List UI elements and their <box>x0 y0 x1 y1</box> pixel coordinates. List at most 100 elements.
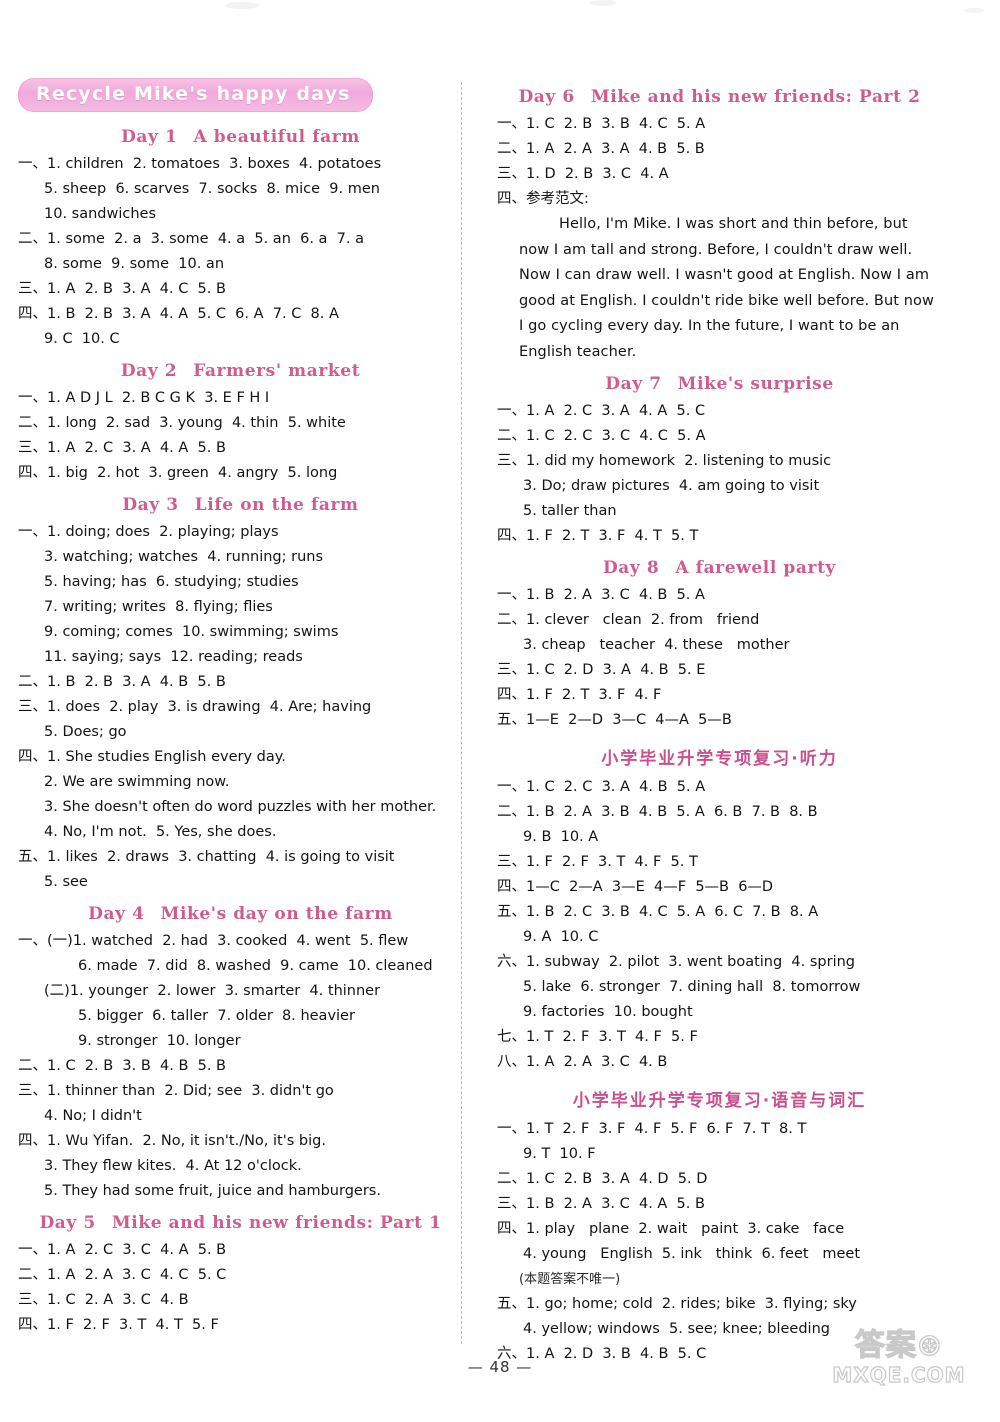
section-heading-cn: 小学毕业升学专项复习·语音与词汇 <box>572 1091 867 1111</box>
answer-line: 9. A 10. C <box>523 929 599 945</box>
answer-note: (本题答案不唯一) <box>519 1272 621 1287</box>
day-heading-number: Day 3 <box>122 495 179 515</box>
day-heading-number: Day 2 <box>120 361 178 381</box>
day-heading: Day 1 A beautiful farm <box>18 127 463 147</box>
answer-line: 四、1. play plane 2. wait paint 3. cake fa… <box>497 1221 845 1237</box>
answer-line: 8. some 9. some 10. an <box>44 256 225 272</box>
answer-line: 5. bigger 6. taller 7. older 8. heavier <box>78 1008 355 1024</box>
day-heading-number: Day 8 <box>602 558 660 578</box>
scan-artifact <box>590 0 616 6</box>
answer-line: 4. yellow; windows 5. see; knee; bleedin… <box>523 1321 830 1337</box>
answer-line: 二、1. A 2. A 3. A 4. B 5. B <box>497 141 705 157</box>
answer-line: 9. stronger 10. longer <box>78 1033 241 1049</box>
answer-line: 4. No; I didn't <box>44 1108 142 1124</box>
answer-line: 三、1. C 2. A 3. C 4. B <box>18 1292 189 1308</box>
answer-line: 二、1. clever clean 2. from friend <box>497 612 760 628</box>
recycle-banner-title: Recycle Mike's happy days <box>36 83 351 105</box>
answer-line: 五、1. go; home; cold 2. rides; bike 3. fl… <box>497 1296 857 1312</box>
answer-line: 三、1. A 2. C 3. A 4. A 5. B <box>18 440 226 456</box>
day-heading-title: Mike and his new friends: Part 1 <box>111 1213 442 1233</box>
answer-line: 三、1. did my homework 2. listening to mus… <box>497 453 832 469</box>
answer-line: 八、1. A 2. A 3. C 4. B <box>497 1054 668 1070</box>
day-heading: Day 8 A farewell party <box>497 558 942 578</box>
answer-line: 五、1. B 2. C 3. B 4. C 5. A 6. C 7. B 8. … <box>497 904 819 920</box>
day-heading-title: Mike's surprise <box>677 374 834 394</box>
answer-line: 三、1. F 2. F 3. T 4. F 5. T <box>497 854 698 870</box>
day-heading: Day 7 Mike's surprise <box>497 374 942 394</box>
day-heading-number: Day 6 <box>518 87 575 107</box>
answer-line: 4. young English 5. ink think 6. feet me… <box>523 1246 861 1262</box>
answer-line: 三、1. D 2. B 3. C 4. A <box>497 166 669 182</box>
section-heading-cn: 小学毕业升学专项复习·听力 <box>601 749 838 769</box>
answer-line: 9. coming; comes 10. swimming; swims <box>44 624 339 640</box>
answer-line: 三、1. thinner than 2. Did; see 3. didn't … <box>18 1083 334 1099</box>
answer-line: 三、1. A 2. B 3. A 4. C 5. B <box>18 281 226 297</box>
answer-line: 5. They had some fruit, juice and hambur… <box>44 1183 381 1199</box>
day-heading-title: A farewell party <box>675 558 837 578</box>
answer-line: 六、1. subway 2. pilot 3. went boating 4. … <box>497 954 855 970</box>
answer-line: 9. T 10. F <box>523 1146 596 1162</box>
answer-line: 一、1. doing; does 2. playing; plays <box>18 524 279 540</box>
answer-line: 5. sheep 6. scarves 7. socks 8. mice 9. … <box>44 181 380 197</box>
answer-line: 一、1. A 2. C 3. A 4. A 5. C <box>497 403 706 419</box>
answer-line: 11. saying; says 12. reading; reads <box>44 649 303 665</box>
answer-line: 二、1. B 2. A 3. B 4. B 5. A 6. B 7. B 8. … <box>497 804 818 820</box>
day-heading: Day 5 Mike and his new friends: Part 1 <box>18 1213 463 1233</box>
answer-line: 一、1. B 2. A 3. C 4. B 5. A <box>497 587 705 603</box>
answer-line: 3. They flew kites. 4. At 12 o'clock. <box>44 1158 302 1174</box>
answer-line: 3. Do; draw pictures 4. am going to visi… <box>523 478 820 494</box>
answer-line: 二、1. long 2. sad 3. young 4. thin 5. whi… <box>18 415 346 431</box>
answer-line: 5. taller than <box>523 503 617 519</box>
answer-line: 七、1. T 2. F 3. T 4. F 5. F <box>497 1029 698 1045</box>
day-heading-number: Day 1 <box>121 127 178 147</box>
answer-line: 6. made 7. did 8. washed 9. came 10. cle… <box>78 958 433 974</box>
answer-line: 一、1. C 2. B 3. B 4. C 5. A <box>497 116 706 132</box>
left-column: Recycle Mike's happy days Day 1 A beautifu… <box>18 78 463 1338</box>
answer-line: 9. C 10. C <box>44 331 120 347</box>
answer-line: 7. writing; writes 8. flying; flies <box>44 599 273 615</box>
answer-line: 五、1. likes 2. draws 3. chatting 4. is go… <box>18 849 395 865</box>
answer-line: 四、1. Wu Yifan. 2. No, it isn't./No, it's… <box>18 1133 326 1149</box>
answer-line: 四、1. F 2. T 3. F 4. F <box>497 687 662 703</box>
day-heading-number: Day 5 <box>39 1213 96 1233</box>
answer-line: 二、1. C 2. C 3. C 4. C 5. A <box>497 428 706 444</box>
answer-line: 一、1. C 2. C 3. A 4. B 5. A <box>497 779 706 795</box>
answer-line: 四、1. B 2. B 3. A 4. A 5. C 6. A 7. C 8. … <box>18 306 339 322</box>
answer-line: 五、1—E 2—D 3—C 4—A 5—B <box>497 712 732 728</box>
recycle-banner: Recycle Mike's happy days <box>18 78 373 112</box>
day-heading-number: Day 4 <box>88 904 145 924</box>
answer-line: 一、(一)1. watched 2. had 3. cooked 4. went… <box>18 933 409 949</box>
answer-key-page: Recycle Mike's happy days Day 1 A beautifu… <box>0 0 1000 1422</box>
answer-line: 二、1. B 2. B 3. A 4. B 5. B <box>18 674 226 690</box>
answer-line: 10. sandwiches <box>44 206 157 222</box>
answer-line: 三、1. B 2. A 3. C 4. A 5. B <box>497 1196 705 1212</box>
answer-line: 二、1. C 2. B 3. B 4. B 5. B <box>18 1058 227 1074</box>
day-heading-number: Day 7 <box>605 374 662 394</box>
answer-line: 2. We are swimming now. <box>44 774 230 790</box>
answer-line: 5. having; has 6. studying; studies <box>44 574 299 590</box>
answer-line: 3. cheap teacher 4. these mother <box>523 637 790 653</box>
answer-line: 四、1. F 2. F 3. T 4. T 5. F <box>18 1317 219 1333</box>
answer-line: 9. factories 10. bought <box>523 1004 693 1020</box>
day-heading-title: A beautiful farm <box>193 127 360 147</box>
answer-line: 二、1. A 2. A 3. C 4. C 5. C <box>18 1267 227 1283</box>
day-heading: Day 2 Farmers' market <box>18 361 463 381</box>
answer-line: 3. She doesn't often do word puzzles wit… <box>44 799 437 815</box>
right-column: Day 6 Mike and his new friends: Part 2 一、1… <box>497 78 942 1367</box>
answer-line: 一、1. A D J L 2. B C G K 3. E F H I <box>18 390 270 406</box>
answer-line: 一、1. A 2. C 3. C 4. A 5. B <box>18 1242 227 1258</box>
answer-line: 9. B 10. A <box>523 829 599 845</box>
answer-line: 5. Does; go <box>44 724 127 740</box>
answer-line: 四、1—C 2—A 3—E 4—F 5—B 6—D <box>497 879 774 895</box>
day-heading-title: Mike's day on the farm <box>160 904 393 924</box>
answer-line: 3. watching; watches 4. running; runs <box>44 549 324 565</box>
sample-essay-paragraph: Hello, I'm Mike. I was short and thin be… <box>519 216 934 360</box>
scan-artifact <box>225 2 259 9</box>
day-heading: Day 3 Life on the farm <box>18 495 463 515</box>
answer-line: 四、1. She studies English every day. <box>18 749 286 765</box>
answer-line: 三、1. does 2. play 3. is drawing 4. Are; … <box>18 699 372 715</box>
answer-line: 四、参考范文: <box>497 191 589 207</box>
scan-artifact <box>964 8 984 13</box>
answer-line: 四、1. F 2. T 3. F 4. T 5. T <box>497 528 699 544</box>
answer-line: 5. lake 6. stronger 7. dining hall 8. to… <box>523 979 861 995</box>
